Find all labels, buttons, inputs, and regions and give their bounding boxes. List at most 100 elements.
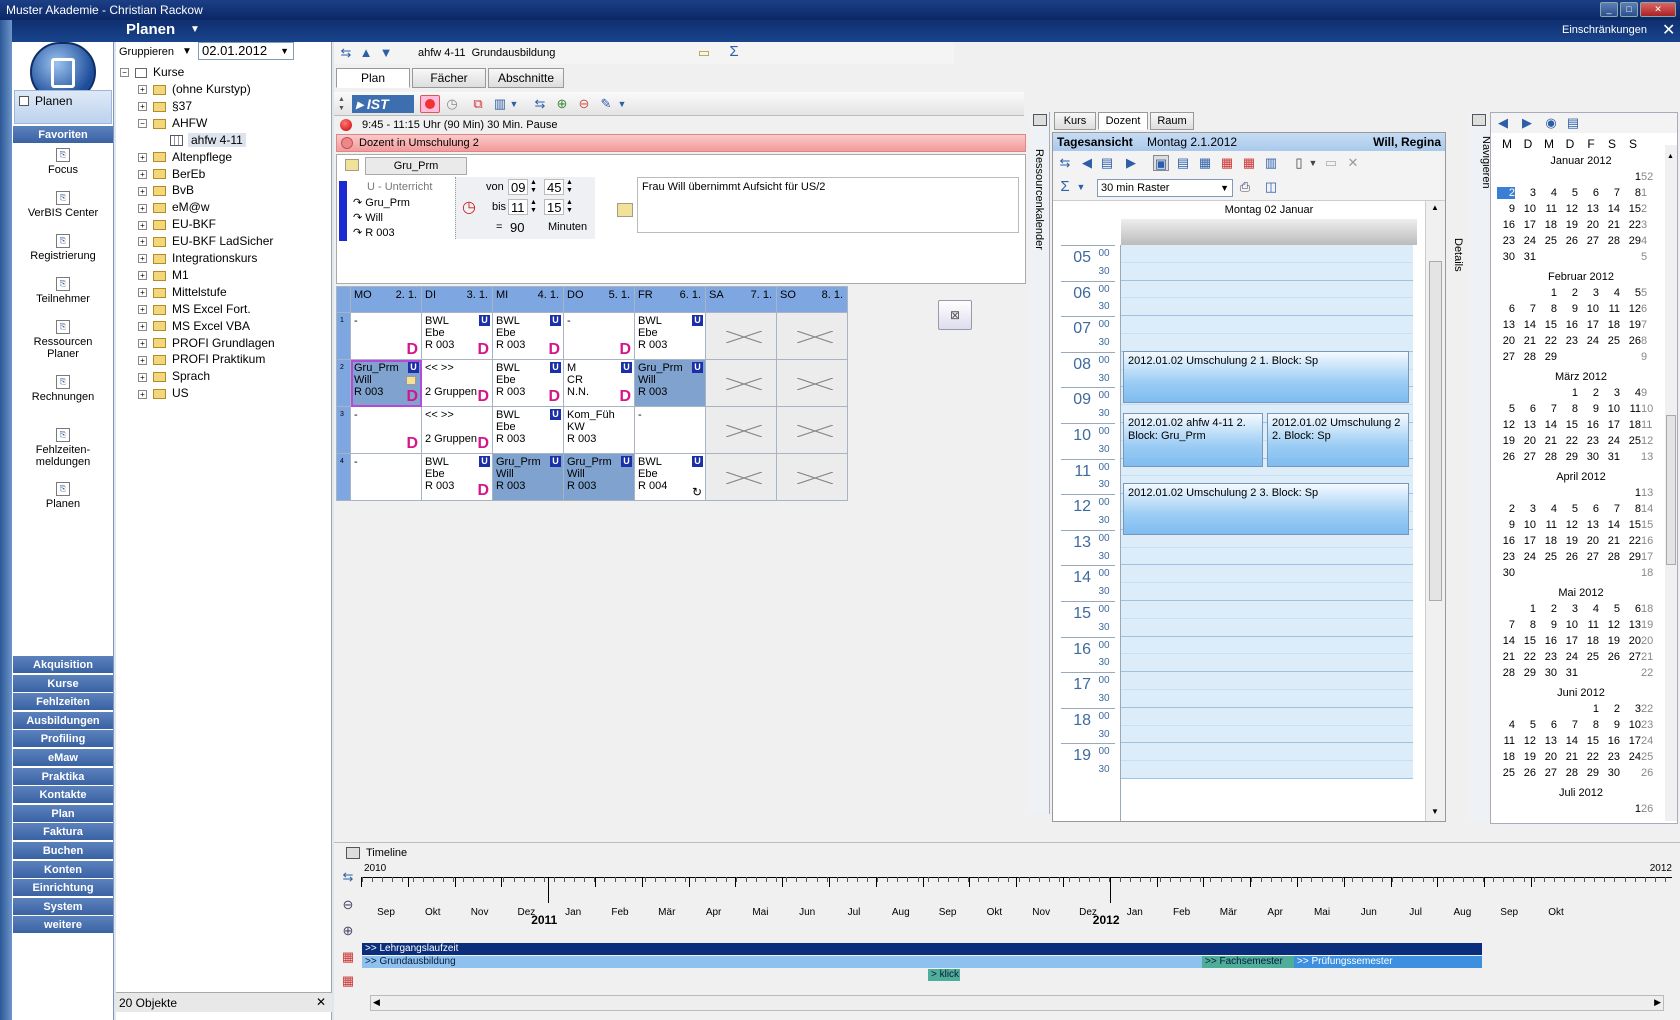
day-cell[interactable]: 27 <box>1581 235 1599 247</box>
day-cell[interactable]: 28 <box>1497 667 1515 679</box>
day-cell[interactable]: 7 <box>1560 719 1578 731</box>
expand-icon[interactable]: + <box>138 355 147 365</box>
day-cell[interactable]: 28 <box>1539 451 1557 463</box>
day-cell[interactable]: 15 <box>1623 519 1641 531</box>
day-cell[interactable]: 7 <box>1497 619 1515 631</box>
day-cell[interactable]: 23 <box>1497 551 1515 563</box>
day-cell[interactable]: 26 <box>1518 767 1536 779</box>
expand-icon[interactable]: + <box>138 237 147 247</box>
expand-icon[interactable]: + <box>138 271 147 281</box>
lesson-cell[interactable]: BWL Ebe R 003 U D <box>421 312 493 360</box>
favorite-2[interactable]: ⎘ Registrierung <box>12 234 114 262</box>
day-cell[interactable]: 2 <box>1581 387 1599 399</box>
day-cell[interactable]: 30 <box>1539 667 1557 679</box>
day-cell[interactable]: 22 <box>1518 651 1536 663</box>
day-cell[interactable]: 9 <box>1560 303 1578 315</box>
lesson-cell[interactable]: Gru_Prm Will R 003 U D <box>350 359 422 407</box>
day-cell[interactable]: 25 <box>1623 435 1641 447</box>
day-cell[interactable]: 3 <box>1518 187 1536 199</box>
wrench-dropdown-icon[interactable]: ▼ <box>614 96 630 112</box>
day-cell[interactable]: 27 <box>1623 651 1641 663</box>
day-cell[interactable]: 24 <box>1560 651 1578 663</box>
day-cell[interactable]: 22 <box>1581 751 1599 763</box>
timeline-scroll-left-icon[interactable]: ◀ <box>373 997 380 1008</box>
folder-open-icon[interactable]: ▭ <box>696 45 712 61</box>
expand-icon[interactable]: + <box>138 305 147 315</box>
group-dropdown-icon[interactable]: ▼ <box>182 46 192 57</box>
day-cell[interactable]: 26 <box>1497 451 1515 463</box>
timeline-bar[interactable]: >> Prüfungssemester <box>1294 956 1482 968</box>
day-cell[interactable]: 20 <box>1623 635 1641 647</box>
lesson-cell[interactable]: BWL Ebe R 004 U ↻ <box>634 453 706 501</box>
module-konten[interactable]: Konten <box>13 860 113 879</box>
day-cell[interactable]: 14 <box>1602 519 1620 531</box>
tree-item[interactable]: + BerEb <box>138 166 205 183</box>
day-cell[interactable]: 7 <box>1539 403 1557 415</box>
down-icon[interactable]: ▼ <box>378 45 394 61</box>
lesson-cell[interactable] <box>776 359 848 407</box>
tree-item[interactable]: + MS Excel VBA <box>138 318 250 335</box>
day-cell[interactable]: 14 <box>1560 735 1578 747</box>
day-cell[interactable]: 1 <box>1518 603 1536 615</box>
lesson-cell[interactable]: Kom_Füh KW R 003 <box>563 406 635 454</box>
lesson-cell[interactable]: BWL Ebe R 003 U D <box>492 312 564 360</box>
lesson-cell[interactable]: -D <box>350 312 422 360</box>
day-cell[interactable]: 5 <box>1518 719 1536 731</box>
tree-item[interactable]: + Mittelstufe <box>138 284 227 301</box>
resource-calendar-label[interactable]: Ressourcenkalender <box>1033 149 1045 279</box>
day-cell[interactable]: 21 <box>1602 219 1620 231</box>
minimize-icon[interactable]: _ <box>1600 2 1618 17</box>
tree-item[interactable]: − AHFW <box>138 115 207 132</box>
day-cell[interactable]: 27 <box>1518 451 1536 463</box>
day-cell[interactable]: 29 <box>1623 551 1641 563</box>
day-cell[interactable]: 2 <box>1497 503 1515 515</box>
date-dropdown-icon[interactable]: ▼ <box>280 43 289 59</box>
day-cell[interactable]: 13 <box>1518 419 1536 431</box>
day-cell[interactable]: 20 <box>1518 435 1536 447</box>
workweek-view-icon[interactable]: ▤ <box>1175 155 1191 171</box>
to-hour-spinner-icon[interactable]: ▲ ▼ <box>530 199 537 215</box>
day-cell[interactable]: 25 <box>1602 335 1620 347</box>
day-cell[interactable]: 21 <box>1518 335 1536 347</box>
expand-icon[interactable]: + <box>138 102 147 112</box>
day-cell[interactable]: 11 <box>1539 519 1557 531</box>
day-cell[interactable]: 12 <box>1518 735 1536 747</box>
expand-icon[interactable]: + <box>138 254 147 264</box>
day-cell[interactable]: 16 <box>1602 735 1620 747</box>
month-view-icon[interactable]: ▦ <box>1219 155 1235 171</box>
zoom-out-icon[interactable]: ⊖ <box>576 96 592 112</box>
day-cell[interactable]: 8 <box>1623 187 1641 199</box>
nav-print-icon[interactable]: ▤ <box>1565 115 1581 131</box>
tab-fächer[interactable]: Fächer <box>412 68 486 88</box>
res-tab-kurs[interactable]: Kurs <box>1054 112 1096 130</box>
day-cell[interactable]: 5 <box>1560 503 1578 515</box>
day-cell[interactable]: 25 <box>1497 767 1515 779</box>
day-cell[interactable]: 24 <box>1518 551 1536 563</box>
day-cell[interactable]: 9 <box>1497 203 1515 215</box>
day-cell[interactable]: 21 <box>1497 651 1515 663</box>
lesson-cell[interactable]: Gru_Prm Will R 003 U <box>634 359 706 407</box>
day-cell[interactable]: 28 <box>1602 551 1620 563</box>
nav-today-icon[interactable]: ◉ <box>1543 115 1559 131</box>
day-cell[interactable]: 3 <box>1602 387 1620 399</box>
day-cell[interactable]: 28 <box>1602 235 1620 247</box>
expand-icon[interactable]: + <box>138 85 147 95</box>
from-hour-input[interactable]: 09 <box>508 179 528 195</box>
day-cell[interactable]: 21 <box>1602 535 1620 547</box>
day-cell[interactable]: 2 <box>1539 603 1557 615</box>
day-cell[interactable]: 27 <box>1581 551 1599 563</box>
favorites-header[interactable]: Favoriten <box>13 126 113 144</box>
day-cell[interactable]: 3 <box>1560 603 1578 615</box>
day-cell[interactable]: 17 <box>1518 535 1536 547</box>
expand-icon[interactable]: + <box>138 288 147 298</box>
day-cell[interactable]: 5 <box>1560 187 1578 199</box>
day-cell[interactable]: 13 <box>1581 519 1599 531</box>
day-cell[interactable]: 8 <box>1581 719 1599 731</box>
day-cell[interactable]: 17 <box>1602 419 1620 431</box>
day-cell[interactable]: 1 <box>1623 171 1641 183</box>
note-textarea[interactable]: Frau Will übernimmt Aufsicht für US/2 <box>637 177 1019 233</box>
day-cell[interactable]: 29 <box>1518 667 1536 679</box>
day-cell[interactable]: 7 <box>1602 503 1620 515</box>
module-emaw[interactable]: eMaw <box>13 749 113 767</box>
day-cell[interactable]: 12 <box>1560 203 1578 215</box>
